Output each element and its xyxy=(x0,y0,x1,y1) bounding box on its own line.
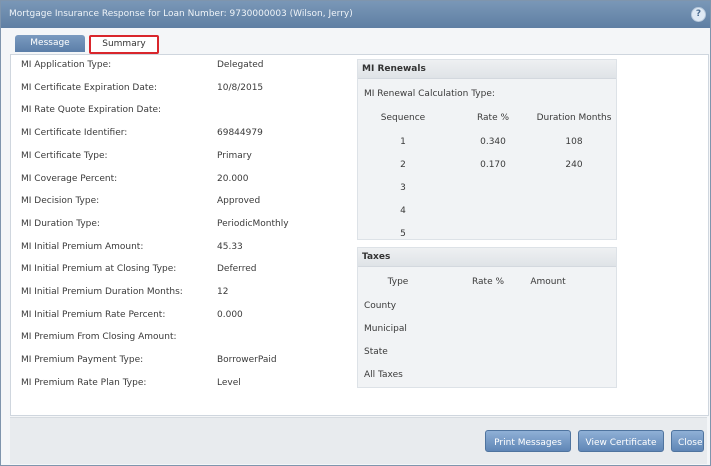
help-icon[interactable]: ? xyxy=(691,7,706,22)
col-sequence: Sequence xyxy=(380,113,426,123)
col-amount: Amount xyxy=(530,277,566,287)
view-certificate-button[interactable]: View Certificate xyxy=(578,430,664,452)
field-label: MI Coverage Percent: xyxy=(21,173,118,184)
button-bar: Print Messages View Certificate Close xyxy=(10,417,707,464)
field-label: MI Premium From Closing Amount: xyxy=(21,332,177,343)
field-value: 45.33 xyxy=(217,241,243,252)
field-label: MI Premium Payment Type: xyxy=(21,355,144,366)
col-rate: Rate % xyxy=(476,113,510,123)
renewal-sequence-cell: 1 xyxy=(400,137,406,147)
field-label: MI Premium Rate Plan Type: xyxy=(21,377,147,388)
col-tax-rate: Rate % xyxy=(471,277,505,287)
col-type: Type xyxy=(387,277,409,287)
renewal-calculation-type-label: MI Renewal Calculation Type: xyxy=(364,89,495,99)
renewal-sequence-cell: 3 xyxy=(400,183,406,193)
field-value: Primary xyxy=(217,150,252,161)
window-title: Mortgage Insurance Response for Loan Num… xyxy=(9,9,353,19)
title-bar[interactable]: Mortgage Insurance Response for Loan Num… xyxy=(1,1,710,28)
field-label: MI Initial Premium Duration Months: xyxy=(21,287,183,297)
field-label: MI Initial Premium Amount: xyxy=(21,241,144,252)
field-label: MI Application Type: xyxy=(21,60,112,70)
field-label: MI Duration Type: xyxy=(21,218,100,229)
dialog-window: Mortgage Insurance Response for Loan Num… xyxy=(0,0,711,466)
print-messages-button[interactable]: Print Messages xyxy=(485,430,571,452)
field-value: 12 xyxy=(217,287,229,297)
field-label: MI Certificate Expiration Date: xyxy=(21,82,157,93)
field-value: PeriodicMonthly xyxy=(217,218,289,229)
tax-type-cell: All Taxes xyxy=(364,370,403,380)
renewal-rate-cell: 0.170 xyxy=(480,160,506,170)
renewal-sequence-cell: 2 xyxy=(400,160,406,170)
field-value: BorrowerPaid xyxy=(217,355,277,366)
taxes-header: Taxes xyxy=(358,248,616,267)
field-value: Deferred xyxy=(217,264,257,275)
tab-message[interactable]: Message xyxy=(15,35,85,52)
field-value: 20.000 xyxy=(217,173,249,184)
summary-panel: MI Application Type: Delegated MI Certific… xyxy=(10,54,709,416)
tab-summary[interactable]: Summary xyxy=(89,35,159,54)
field-label: MI Initial Premium at Closing Type: xyxy=(21,264,177,275)
tax-type-cell: County xyxy=(364,301,397,311)
renewal-rate-cell: 0.340 xyxy=(480,137,506,147)
tax-type-cell: State xyxy=(364,347,388,357)
renewal-months-cell: 108 xyxy=(565,137,583,147)
field-label: MI Initial Premium Rate Percent: xyxy=(21,309,166,320)
field-label: MI Certificate Identifier: xyxy=(21,128,128,139)
renewal-sequence-cell: 4 xyxy=(400,206,406,216)
field-label: MI Decision Type: xyxy=(21,196,100,207)
close-button[interactable]: Close xyxy=(671,430,704,452)
mi-renewals-box: MI Renewals MI Renewal Calculation Type:… xyxy=(357,59,617,240)
tax-type-cell: Municipal xyxy=(364,324,407,334)
mi-renewals-header: MI Renewals xyxy=(358,60,616,79)
field-label: MI Certificate Type: xyxy=(21,150,108,161)
renewal-sequence-cell: 5 xyxy=(400,229,406,239)
field-value: 69844979 xyxy=(217,128,263,139)
col-duration-months: Duration Months xyxy=(536,113,612,123)
field-value: 10/8/2015 xyxy=(217,82,264,93)
renewal-months-cell: 240 xyxy=(565,160,583,170)
field-value: Level xyxy=(217,377,241,388)
field-value: 0.000 xyxy=(217,309,243,320)
taxes-box: Taxes Type Rate % Amount County Municipal… xyxy=(357,247,617,388)
field-label: MI Rate Quote Expiration Date: xyxy=(21,105,162,116)
field-value: Delegated xyxy=(217,60,264,70)
field-value: Approved xyxy=(217,196,261,207)
